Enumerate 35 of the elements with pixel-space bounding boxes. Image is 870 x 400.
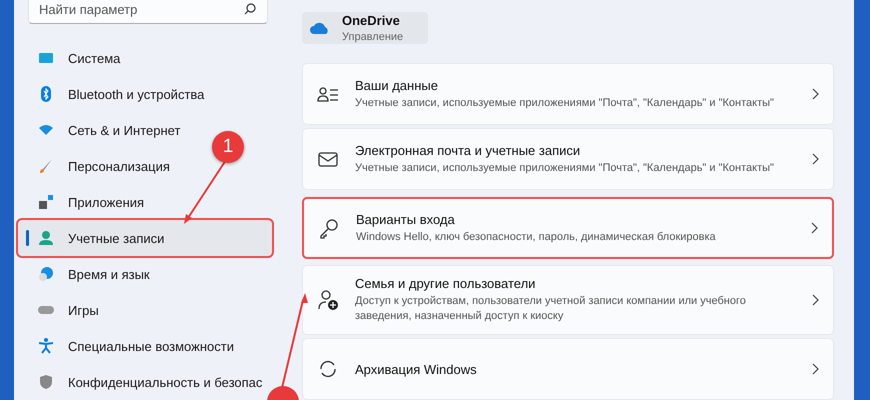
search-field[interactable]: Найти параметр: [28, 0, 268, 24]
chevron-icon: [810, 222, 818, 234]
nav-item[interactable]: Bluetooth и устройства: [18, 76, 208, 112]
search-icon: [244, 3, 256, 15]
globe-clock-icon: [38, 266, 54, 282]
person-add-icon: [317, 289, 339, 311]
wifi-icon: [38, 122, 54, 138]
person-icon: [38, 230, 54, 246]
nav-item[interactable]: Специальные возможности: [18, 328, 238, 364]
nav-item[interactable]: Время и язык: [18, 256, 154, 292]
accessibility-icon: [38, 338, 54, 354]
chevron-icon: [811, 363, 819, 375]
nav-item[interactable]: Конфиденциальность и безопас: [18, 364, 266, 400]
bluetooth-icon: [38, 86, 54, 102]
nav-item[interactable]: Учетные записи: [18, 220, 272, 256]
settings-card[interactable]: Электронная почта и учетные записи Учетные записи, используемые приложениями "Почта", "Календарь" и "Контакты": [302, 128, 834, 190]
chevron-icon: [811, 153, 819, 165]
chevron-icon: [811, 88, 819, 100]
nav-item[interactable]: Система: [18, 40, 124, 76]
nav-item[interactable]: Приложения: [18, 184, 148, 220]
nav-item[interactable]: Персонализация: [18, 148, 174, 184]
chevron-icon: [811, 294, 819, 306]
settings-card[interactable]: Семья и другие пользователи Доступ к устройствам, пользователи учетной записи компании или учебного заведения, назначенный доступ к киоску: [302, 265, 834, 335]
shield-icon: [38, 374, 54, 390]
settings-card[interactable]: Варианты входа Windows Hello, ключ безопасности, пароль, динамическая блокировка: [302, 197, 834, 259]
key-icon: [318, 217, 340, 239]
settings-card[interactable]: Ваши данные Учетные записи, используемые приложениями "Почта", "Календарь" и "Контакты": [302, 63, 834, 125]
nav-item[interactable]: Игры: [18, 292, 103, 328]
onedrive-tile[interactable]: OneDrive Управление: [302, 12, 428, 44]
selection-indicator: [26, 230, 29, 246]
settings-card[interactable]: Архивация Windows: [302, 338, 834, 400]
cloud-icon: [310, 20, 330, 35]
monitor-icon: [38, 50, 54, 66]
nav-item[interactable]: Сеть & и Интернет: [18, 112, 184, 148]
apps-icon: [38, 194, 54, 210]
